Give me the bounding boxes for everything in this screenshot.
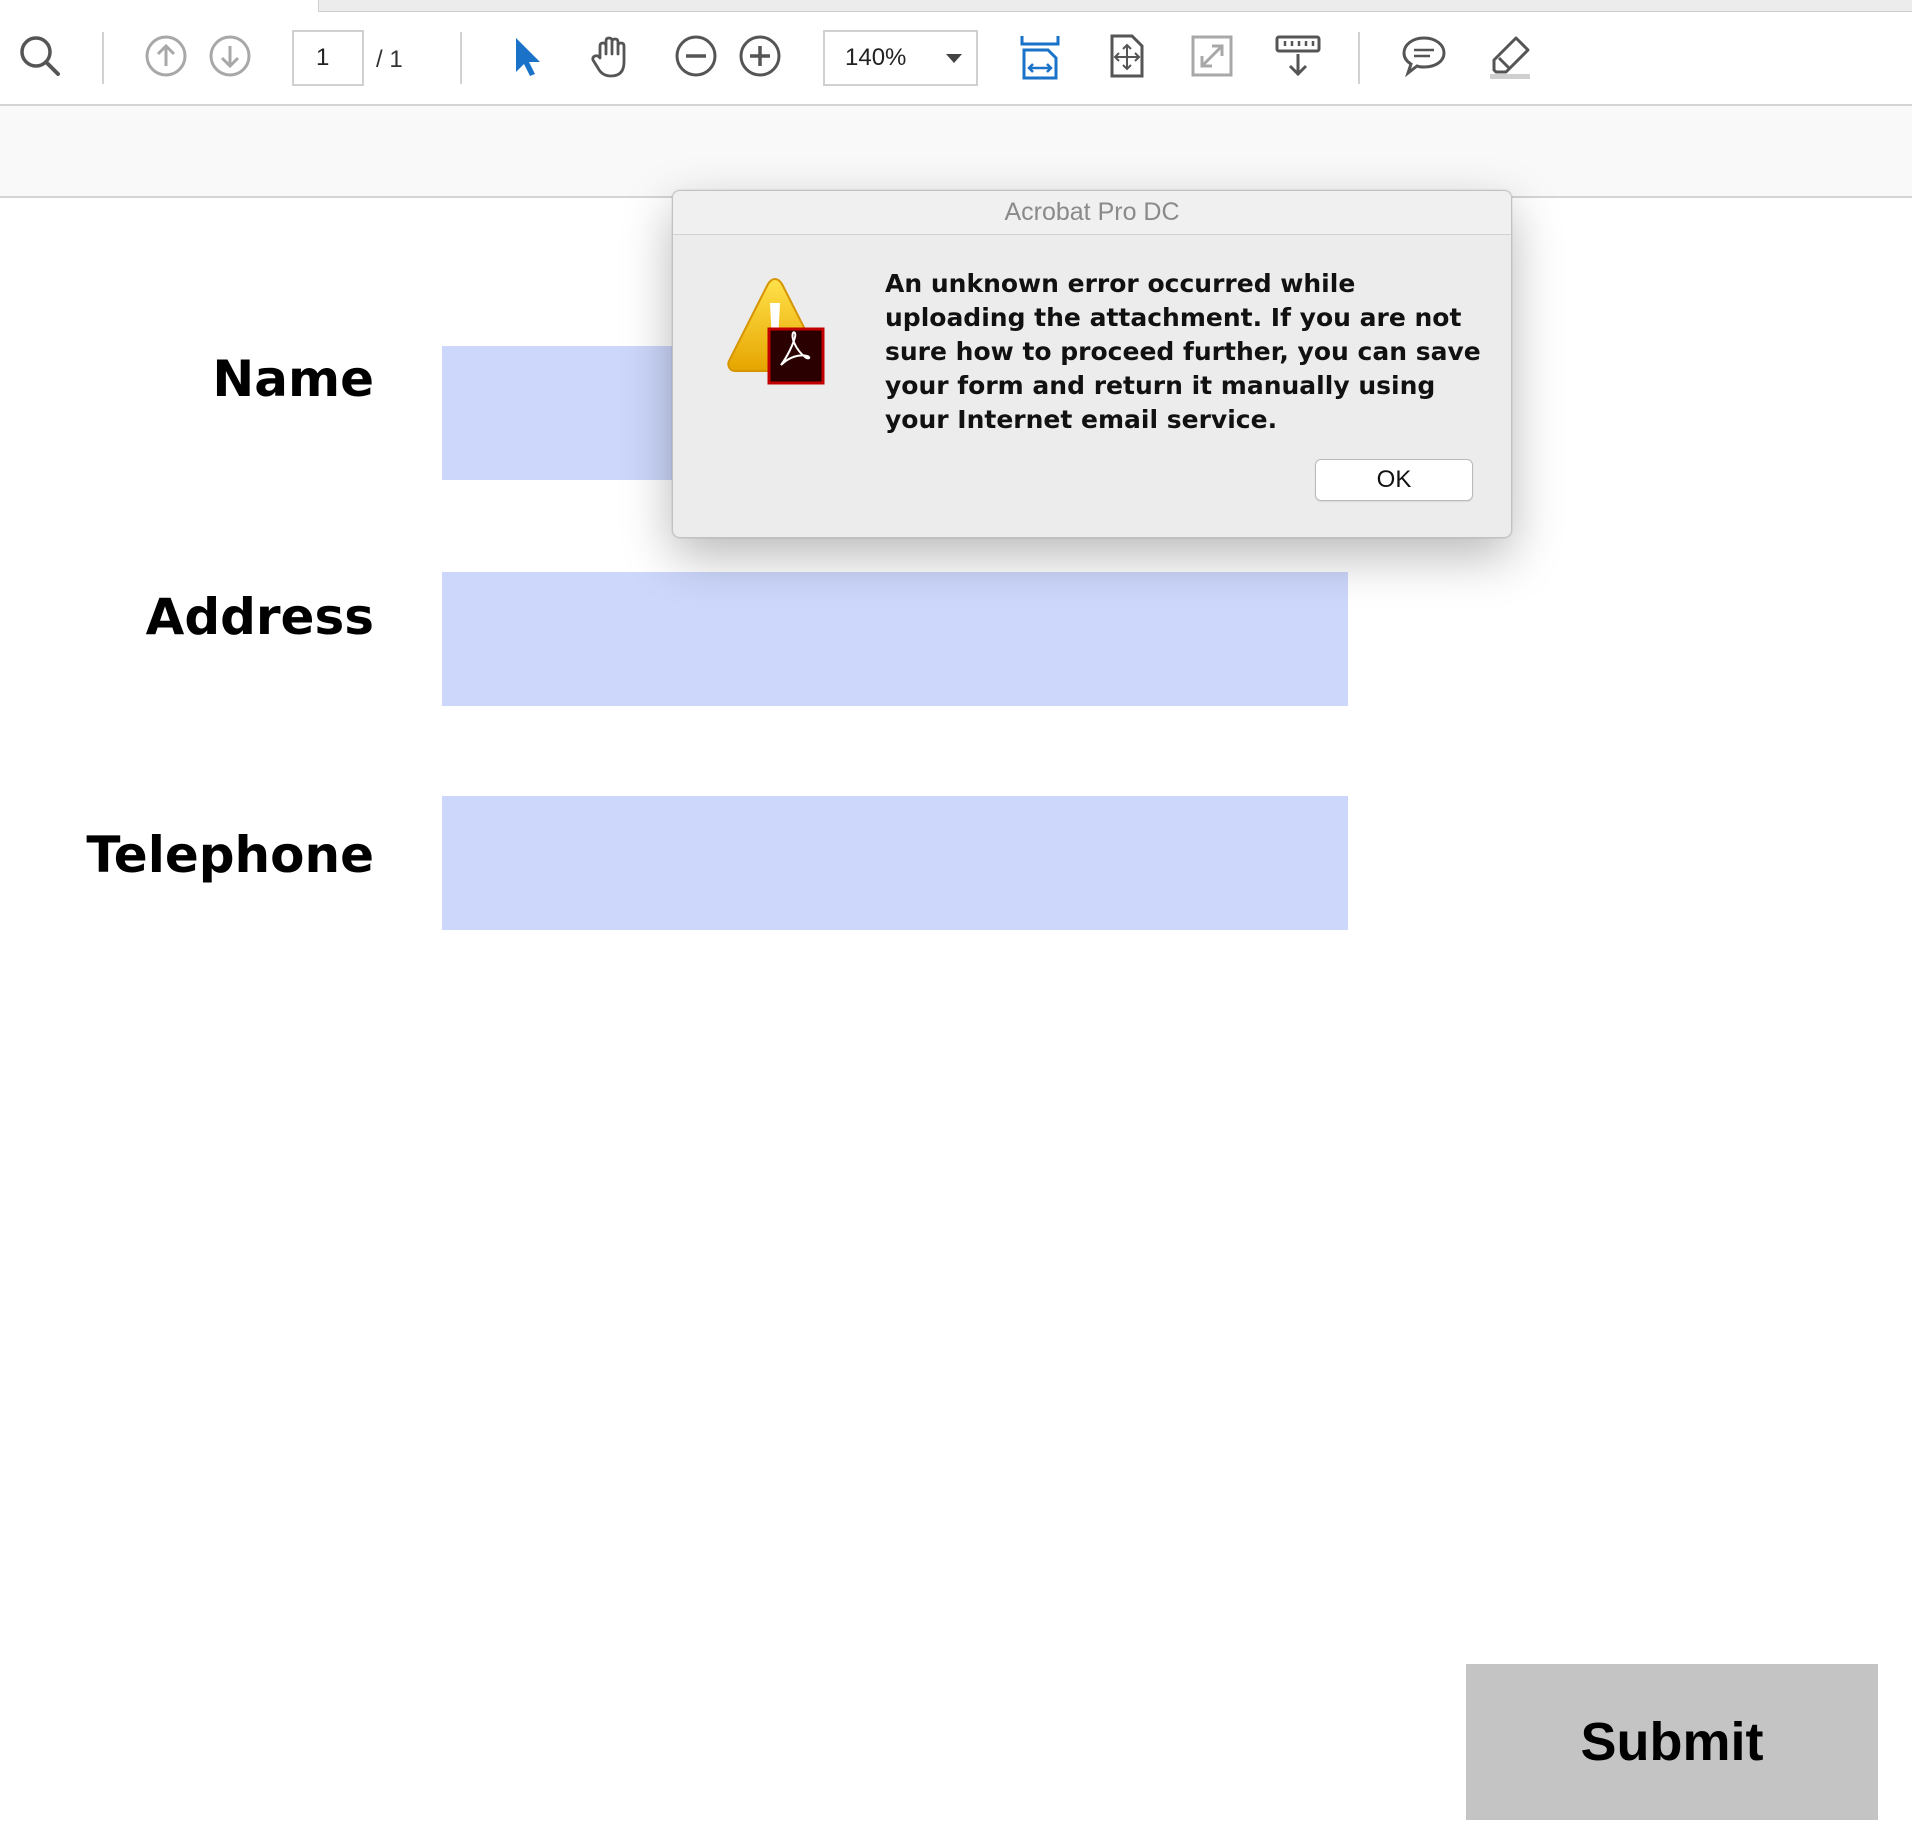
secondary-toolbar <box>0 106 1912 198</box>
warning-acrobat-icon <box>725 275 825 387</box>
toolbar: / 1 140% <box>0 0 1912 106</box>
dialog-title: Acrobat Pro DC <box>1004 198 1180 226</box>
dialog-message: An unknown error occurred while uploadin… <box>885 269 1481 434</box>
zoom-value: 140% <box>845 44 907 71</box>
select-cursor-icon[interactable] <box>500 30 552 82</box>
name-label: Name <box>212 350 374 408</box>
search-icon[interactable] <box>14 30 66 82</box>
next-page-icon[interactable] <box>204 30 256 82</box>
comment-icon[interactable] <box>1398 30 1450 82</box>
ok-button[interactable]: OK <box>1315 459 1473 501</box>
address-label: Address <box>145 588 374 646</box>
previous-page-icon[interactable] <box>140 30 192 82</box>
zoom-in-icon[interactable] <box>734 30 786 82</box>
page-number-input[interactable] <box>292 30 364 86</box>
address-field[interactable] <box>442 572 1348 706</box>
zoom-out-icon[interactable] <box>670 30 722 82</box>
tab-strip <box>318 0 1912 12</box>
telephone-label: Telephone <box>86 826 374 884</box>
chevron-down-icon <box>946 53 962 63</box>
highlight-pen-icon[interactable] <box>1484 30 1536 82</box>
toolbar-separator <box>460 32 462 84</box>
hand-tool-icon[interactable] <box>584 30 636 82</box>
full-screen-icon[interactable] <box>1186 30 1238 82</box>
page-total: / 1 <box>376 46 403 73</box>
scrolling-mode-icon[interactable] <box>1272 30 1324 82</box>
dialog-titlebar[interactable]: Acrobat Pro DC <box>673 191 1511 235</box>
toolbar-separator <box>1358 32 1360 84</box>
fit-page-icon[interactable] <box>1100 30 1152 82</box>
telephone-field[interactable] <box>442 796 1348 930</box>
error-dialog: Acrobat Pro DC An unknown error occurred… <box>672 190 1512 538</box>
submit-button[interactable]: Submit <box>1466 1664 1878 1820</box>
toolbar-separator <box>102 32 104 84</box>
zoom-dropdown[interactable]: 140% <box>823 30 978 86</box>
fit-width-icon[interactable] <box>1014 30 1066 82</box>
